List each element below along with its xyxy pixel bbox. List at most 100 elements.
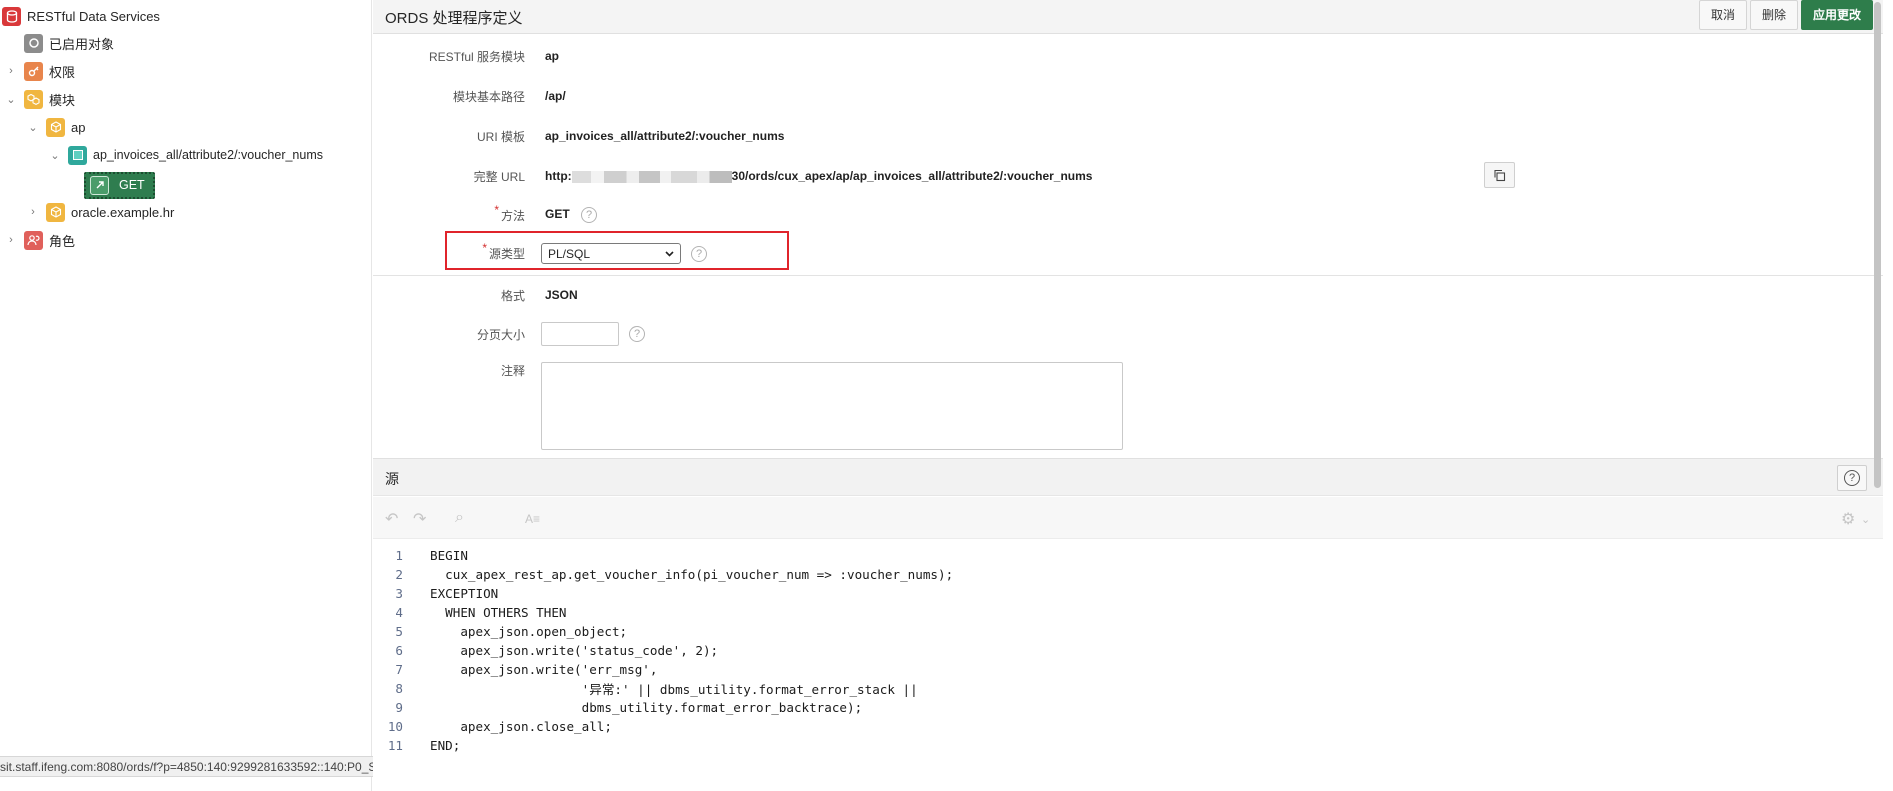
base-path-value: /ap/ <box>545 89 566 103</box>
module-label: RESTful 服务模块 <box>428 49 525 64</box>
code-line: 1 BEGIN <box>373 546 1883 565</box>
redacted-host <box>571 170 732 183</box>
source-type-selected: PL/SQL <box>548 246 591 261</box>
code-line: 8 '异常:' || dbms_utility.format_error_sta… <box>373 679 1883 698</box>
code-editor[interactable]: 1 BEGIN 2 cux_apex_rest_ap.get_voucher_in… <box>373 540 1883 756</box>
module-value: ap <box>545 49 560 63</box>
line-text: WHEN OTHERS THEN <box>430 605 567 620</box>
code-editor-toolbar: ↶ ↷ ⌕ A≡ ⚙ ⌄ <box>373 497 1883 539</box>
method-value: GET ? <box>545 207 598 223</box>
search-icon[interactable]: ⌕ <box>455 509 464 527</box>
format-label: 格式 <box>500 288 525 303</box>
line-text: '异常:' || dbms_utility.format_error_stack… <box>430 682 918 697</box>
help-icon[interactable]: ? <box>691 246 707 262</box>
uri-template-value: ap_invoices_all/attribute2/:voucher_nums <box>545 129 785 143</box>
line-text: BEGIN <box>430 548 468 563</box>
line-number: 2 <box>395 567 403 582</box>
line-text: END; <box>430 738 461 753</box>
line-number: 11 <box>387 738 403 753</box>
enabled-objects-icon <box>24 33 43 53</box>
line-number: 5 <box>395 624 403 639</box>
code-line: 6 apex_json.write('status_code', 2); <box>373 641 1883 660</box>
tree-item-label: oracle.example.hr <box>71 204 175 220</box>
code-line: 10 apex_json.close_all; <box>373 717 1883 736</box>
chevron-down-icon[interactable]: ⌄ <box>4 92 18 106</box>
database-icon <box>2 6 21 26</box>
tree-item-enabled-objects[interactable]: 已启用对象 <box>24 32 114 54</box>
cancel-button[interactable]: 取消 <box>1699 0 1748 30</box>
code-line: 4 WHEN OTHERS THEN <box>373 603 1883 622</box>
source-type-label-wrap: * 源类型 <box>373 241 525 262</box>
line-number: 7 <box>395 662 403 677</box>
gear-icon[interactable]: ⚙ <box>1841 509 1855 529</box>
apply-changes-button[interactable]: 应用更改 <box>1801 0 1874 30</box>
full-url-suffix: 30/ords/cux_apex/ap/ap_invoices_all/attr… <box>731 169 1093 183</box>
vertical-scrollbar[interactable] <box>1874 2 1881 488</box>
line-text: EXCEPTION <box>430 586 499 601</box>
navigation-tree: RESTful Data Services 已启用对象 › 权限 ⌄ 模块 ⌄ … <box>0 0 372 791</box>
line-text: dbms_utility.format_error_backtrace); <box>430 700 863 715</box>
tree-item-modules[interactable]: ⌄ 模块 <box>4 88 75 110</box>
copy-url-button[interactable] <box>1484 162 1515 188</box>
copy-icon <box>1494 169 1506 181</box>
tree-item-module-ap[interactable]: ⌄ ap <box>26 116 85 138</box>
tree-item-label: 角色 <box>49 233 76 249</box>
chevron-right-icon[interactable]: › <box>26 205 40 219</box>
method-label: 方法 <box>500 208 525 223</box>
line-text: apex_json.write('err_msg', <box>430 662 658 677</box>
format-value: JSON <box>545 288 578 302</box>
source-type-label: 源类型 <box>488 246 525 261</box>
divider <box>373 275 1883 276</box>
line-number: 4 <box>395 605 403 620</box>
base-path-label: 模块基本路径 <box>452 89 525 104</box>
full-url-value: http: 30/ords/cux_apex/ap/ap_invoices_all… <box>545 169 1092 183</box>
selected-handler[interactable]: GET <box>84 171 155 199</box>
help-icon: ? <box>1844 470 1860 486</box>
tree-item-label: ap <box>71 119 86 135</box>
tree-item-label: 已启用对象 <box>49 36 115 52</box>
text-transform-icon[interactable]: A≡ <box>525 512 540 526</box>
line-number: 8 <box>395 681 403 696</box>
chevron-right-icon[interactable]: › <box>4 233 18 247</box>
tree-item-label: GET <box>119 178 145 192</box>
region-header: ORDS 处理程序定义 取消 删除 应用更改 <box>373 0 1883 34</box>
code-line: 7 apex_json.write('err_msg', <box>373 660 1883 679</box>
line-text: apex_json.write('status_code', 2); <box>430 643 719 658</box>
code-line: 2 cux_apex_rest_ap.get_voucher_info(pi_v… <box>373 565 1883 584</box>
tree-item-handler-get[interactable]: GET <box>84 170 155 200</box>
source-help-button[interactable]: ? <box>1837 465 1867 491</box>
code-line: 9 dbms_utility.format_error_backtrace); <box>373 698 1883 717</box>
help-icon[interactable]: ? <box>629 326 645 342</box>
delete-button[interactable]: 删除 <box>1750 0 1799 30</box>
uri-template-label: URI 模板 <box>476 129 525 144</box>
code-line: 3 EXCEPTION <box>373 584 1883 603</box>
page-size-label: 分页大小 <box>476 327 525 342</box>
comments-textarea[interactable] <box>541 362 1123 450</box>
tree-item-label: ap_invoices_all/attribute2/:voucher_nums <box>93 148 323 162</box>
tree-root[interactable]: RESTful Data Services <box>2 5 160 27</box>
chevron-down-icon[interactable]: ⌄ <box>48 148 62 162</box>
line-text: cux_apex_rest_ap.get_voucher_info(pi_vou… <box>430 567 954 582</box>
source-type-select[interactable]: PL/SQL <box>541 243 681 264</box>
help-icon[interactable]: ? <box>581 207 598 223</box>
undo-icon[interactable]: ↶ <box>385 509 398 529</box>
line-number: 9 <box>395 700 403 715</box>
line-number: 10 <box>387 719 403 734</box>
tree-root-label: RESTful Data Services <box>27 8 160 24</box>
line-number: 1 <box>395 548 403 563</box>
chevron-down-icon[interactable]: ⌄ <box>1861 513 1870 526</box>
line-number: 3 <box>395 586 403 601</box>
comments-label: 注释 <box>500 364 525 378</box>
chevron-down-icon[interactable]: ⌄ <box>26 120 40 134</box>
method-text: GET <box>545 207 570 221</box>
handler-icon <box>90 175 109 195</box>
tree-item-template[interactable]: ⌄ ap_invoices_all/attribute2/:voucher_nu… <box>48 144 323 166</box>
page-size-input[interactable] <box>541 322 619 346</box>
full-url-prefix: http: <box>545 169 572 183</box>
full-url-label: 完整 URL <box>473 169 525 184</box>
tree-item-module-hr[interactable]: › oracle.example.hr <box>26 201 174 223</box>
tree-item-roles[interactable]: › 角色 <box>4 229 75 251</box>
redo-icon[interactable]: ↷ <box>413 509 426 529</box>
chevron-right-icon[interactable]: › <box>4 64 18 78</box>
tree-item-privileges[interactable]: › 权限 <box>4 60 75 82</box>
